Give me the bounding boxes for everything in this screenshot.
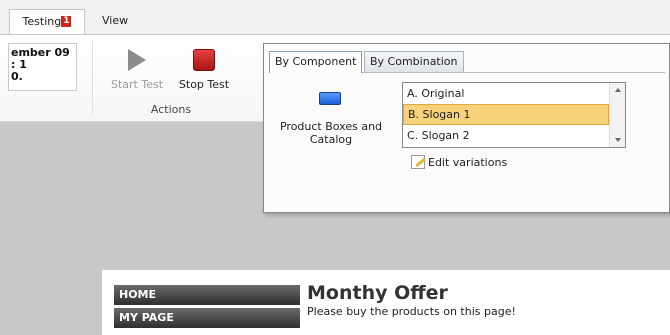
ribbon-divider [92, 41, 93, 115]
stop-icon [193, 49, 215, 71]
stop-test-button[interactable]: Stop Test [174, 49, 234, 91]
ribbon-tab-strip: Testing 1 View [0, 0, 670, 35]
tab-testing[interactable]: Testing 1 [9, 9, 85, 35]
testing-badge: 1 [61, 16, 72, 27]
tab-view-label: View [102, 14, 129, 27]
component-label: Product Boxes and Catalog [279, 120, 383, 146]
edit-variations-link[interactable]: Edit variations [411, 155, 507, 169]
date-field[interactable]: ember 09 : 1 0. [8, 43, 77, 91]
variation-item-slogan-2[interactable]: C. Slogan 2 [403, 125, 609, 146]
scroll-down-icon[interactable] [615, 138, 621, 142]
nav-item-home[interactable]: HOME [114, 285, 300, 305]
tab-view[interactable]: View [102, 9, 142, 35]
start-test-label: Start Test [110, 78, 164, 91]
component-icon[interactable] [319, 92, 341, 105]
variations-list[interactable]: A. Original B. Slogan 1 C. Slogan 2 [402, 82, 626, 148]
date-line-3: 0. [11, 70, 23, 83]
start-test-button[interactable]: Start Test [106, 49, 168, 91]
list-scrollbar[interactable] [609, 83, 625, 147]
play-icon [128, 49, 150, 71]
page-preview: HOME MY PAGE Monthy Offer Please buy the… [102, 270, 670, 335]
variations-panel: By Component By Combination Product Boxe… [263, 43, 670, 213]
offer-text: Please buy the products on this page! [307, 305, 516, 318]
tab-by-combination[interactable]: By Combination [364, 51, 464, 72]
tab-by-component[interactable]: By Component [269, 51, 363, 73]
stop-test-label: Stop Test [178, 78, 230, 91]
offer-title: Monthy Offer [307, 282, 448, 304]
tab-testing-label: Testing [22, 15, 62, 28]
actions-group-label: Actions [150, 103, 192, 116]
scroll-up-icon[interactable] [615, 88, 621, 92]
edit-pencil-icon [411, 155, 425, 169]
edit-variations-label: Edit variations [428, 156, 508, 169]
variation-item-slogan-1[interactable]: B. Slogan 1 [403, 104, 609, 125]
nav-item-my-page[interactable]: MY PAGE [114, 308, 300, 328]
variation-item-original[interactable]: A. Original [403, 83, 609, 104]
